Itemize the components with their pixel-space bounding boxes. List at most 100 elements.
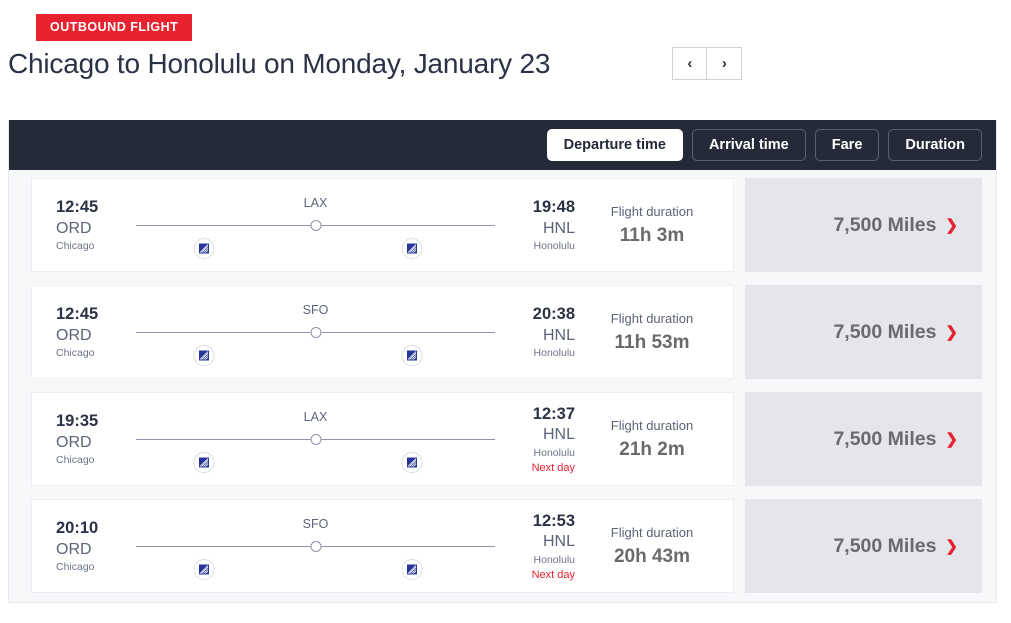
broken-image-icon xyxy=(193,452,215,473)
departure-endpoint: 19:35 ORD Chicago xyxy=(56,409,128,468)
departure-endpoint: 12:45 ORD Chicago xyxy=(56,195,128,254)
flight-results-container: Departure time Arrival time Fare Duratio… xyxy=(8,120,997,603)
departure-endpoint: 20:10 ORD Chicago xyxy=(56,516,128,575)
leg-logos xyxy=(136,345,495,367)
chevron-right-icon: ❯ xyxy=(945,216,958,234)
departure-time: 19:35 xyxy=(56,412,99,431)
leg-logos xyxy=(136,559,495,581)
flight-row: 20:10 ORD Chicago SFO 12:53 HNL Honolulu… xyxy=(9,499,996,593)
duration-label: Flight duration xyxy=(610,417,694,433)
miles-price-button[interactable]: 7,500 Miles ❯ xyxy=(745,392,982,486)
arrival-city: Honolulu xyxy=(533,240,575,253)
arrival-time: 12:53 xyxy=(532,511,575,530)
route-graphic: LAX xyxy=(136,392,495,486)
outbound-flight-badge: OUTBOUND FLIGHT xyxy=(36,14,193,41)
departure-time: 12:45 xyxy=(56,305,99,324)
route-graphic: LAX xyxy=(136,178,495,272)
arrival-city: Honolulu xyxy=(533,446,575,459)
miles-price-button[interactable]: 7,500 Miles ❯ xyxy=(745,499,982,593)
broken-image-icon xyxy=(193,559,215,580)
stop-marker-icon xyxy=(310,327,321,338)
flight-row: 12:45 ORD Chicago SFO 20:38 HNL Honolulu… xyxy=(9,285,996,379)
duration-block: Flight duration 11h 53m xyxy=(577,309,733,355)
arrival-time: 12:37 xyxy=(532,404,575,423)
broken-image-icon xyxy=(401,345,423,366)
duration-block: Flight duration 11h 3m xyxy=(577,202,733,248)
sort-fare-button[interactable]: Fare xyxy=(814,129,880,161)
duration-label: Flight duration xyxy=(610,310,694,326)
duration-value: 11h 3m xyxy=(619,224,685,246)
departure-city: Chicago xyxy=(56,347,95,360)
broken-image-icon xyxy=(401,238,423,259)
arrival-airport-code: HNL xyxy=(542,326,575,344)
route-graphic: SFO xyxy=(136,285,495,379)
arrival-endpoint: 12:53 HNL Honolulu Next day xyxy=(503,509,575,584)
broken-image-icon xyxy=(401,559,423,580)
itinerary-panel[interactable]: 19:35 ORD Chicago LAX 12:37 HNL Honolulu… xyxy=(31,392,734,486)
page-title: Chicago to Honolulu on Monday, January 2… xyxy=(8,47,551,79)
departure-airport-code: ORD xyxy=(56,433,92,451)
leg-logos xyxy=(136,452,495,474)
arrival-airport-code: HNL xyxy=(542,532,575,550)
broken-image-icon xyxy=(193,345,215,366)
broken-image-icon xyxy=(193,238,215,259)
sort-departure-time-button[interactable]: Departure time xyxy=(546,129,683,161)
duration-label: Flight duration xyxy=(610,203,694,219)
arrival-city: Honolulu xyxy=(533,347,575,360)
miles-value: 7,500 Miles xyxy=(833,534,937,557)
sort-duration-button[interactable]: Duration xyxy=(888,129,982,161)
chevron-right-icon: ❯ xyxy=(945,323,958,341)
stop-marker-icon xyxy=(310,434,321,445)
next-day-indicator: Next day xyxy=(531,461,575,474)
next-day-indicator: Next day xyxy=(531,568,575,581)
itinerary-panel[interactable]: 20:10 ORD Chicago SFO 12:53 HNL Honolulu… xyxy=(31,499,734,593)
arrival-airport-code: HNL xyxy=(542,425,575,443)
miles-price-button[interactable]: 7,500 Miles ❯ xyxy=(745,285,982,379)
arrival-time: 19:48 xyxy=(532,198,575,217)
sort-toolbar: Departure time Arrival time Fare Duratio… xyxy=(9,120,996,170)
arrival-time: 20:38 xyxy=(532,305,575,324)
leg-logos xyxy=(136,238,495,260)
arrival-city: Honolulu xyxy=(533,553,575,566)
arrival-airport-code: HNL xyxy=(542,219,575,237)
chevron-right-icon: ❯ xyxy=(945,430,958,448)
stop-airport-label: SFO xyxy=(302,303,329,317)
arrival-endpoint: 12:37 HNL Honolulu Next day xyxy=(503,402,575,477)
itinerary-panel[interactable]: 12:45 ORD Chicago LAX 19:48 HNL Honolulu… xyxy=(31,178,734,272)
departure-airport-code: ORD xyxy=(56,540,92,558)
stop-airport-label: LAX xyxy=(303,196,328,210)
duration-block: Flight duration 21h 2m xyxy=(577,416,733,462)
title-row: Chicago to Honolulu on Monday, January 2… xyxy=(8,47,1011,80)
miles-value: 7,500 Miles xyxy=(833,213,937,236)
sort-arrival-time-button[interactable]: Arrival time xyxy=(691,129,806,161)
stop-marker-icon xyxy=(310,220,321,231)
miles-value: 7,500 Miles xyxy=(833,427,937,450)
departure-airport-code: ORD xyxy=(56,219,92,237)
duration-label: Flight duration xyxy=(610,524,694,540)
previous-day-button[interactable]: ‹ xyxy=(672,47,708,80)
date-nav-buttons: ‹ › xyxy=(672,47,743,80)
departure-time: 20:10 xyxy=(56,519,99,538)
duration-value: 21h 2m xyxy=(619,438,685,460)
next-day-button[interactable]: › xyxy=(707,47,743,80)
miles-value: 7,500 Miles xyxy=(833,320,937,343)
chevron-right-icon: ❯ xyxy=(945,537,958,555)
flight-list: 12:45 ORD Chicago LAX 19:48 HNL Honolulu… xyxy=(9,170,996,593)
duration-block: Flight duration 20h 43m xyxy=(577,523,733,569)
itinerary-panel[interactable]: 12:45 ORD Chicago SFO 20:38 HNL Honolulu… xyxy=(31,285,734,379)
flight-row: 12:45 ORD Chicago LAX 19:48 HNL Honolulu… xyxy=(9,178,996,272)
stop-marker-icon xyxy=(310,541,321,552)
arrival-endpoint: 20:38 HNL Honolulu xyxy=(503,302,575,361)
departure-city: Chicago xyxy=(56,454,95,467)
departure-city: Chicago xyxy=(56,240,95,253)
route-graphic: SFO xyxy=(136,499,495,593)
departure-city: Chicago xyxy=(56,561,95,574)
page-header: OUTBOUND FLIGHT Chicago to Honolulu on M… xyxy=(0,0,1011,80)
departure-airport-code: ORD xyxy=(56,326,92,344)
broken-image-icon xyxy=(401,452,423,473)
duration-value: 20h 43m xyxy=(613,545,691,567)
stop-airport-label: LAX xyxy=(303,410,328,424)
stop-airport-label: SFO xyxy=(302,517,329,531)
miles-price-button[interactable]: 7,500 Miles ❯ xyxy=(745,178,982,272)
arrival-endpoint: 19:48 HNL Honolulu xyxy=(503,195,575,254)
